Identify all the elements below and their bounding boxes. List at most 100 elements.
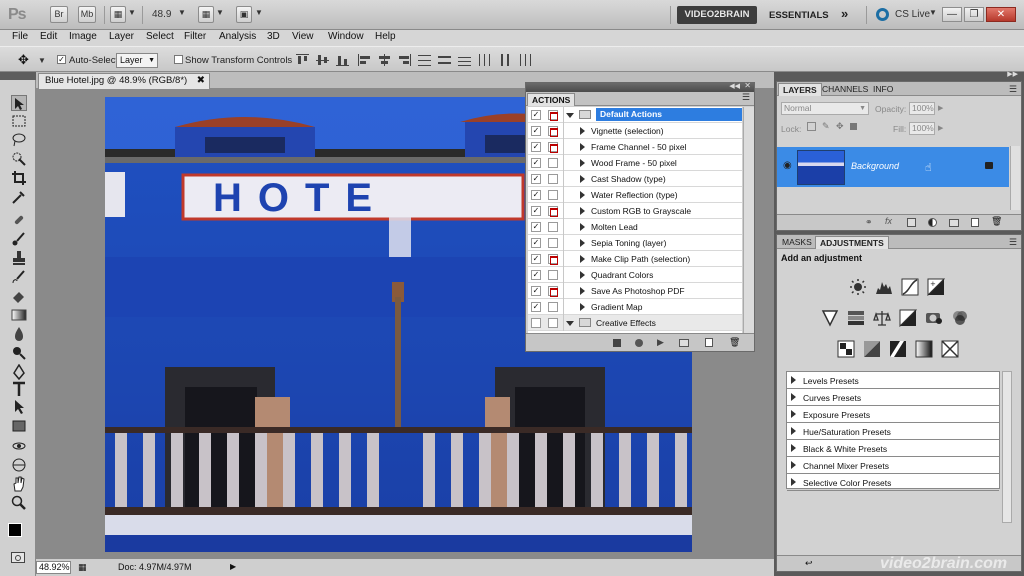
dialog-toggle-icon[interactable]	[548, 238, 558, 248]
add-mask-icon[interactable]	[907, 218, 916, 227]
eraser-tool-icon[interactable]	[11, 288, 27, 304]
eyedropper-tool-icon[interactable]	[11, 189, 27, 205]
path-selection-tool-icon[interactable]	[11, 399, 27, 415]
blur-tool-icon[interactable]	[11, 326, 27, 342]
close-icon[interactable]: ✕	[744, 81, 751, 90]
action-row[interactable]: ✓ Molten Lead	[528, 219, 742, 235]
expand-triangle-icon[interactable]	[580, 191, 585, 199]
panel-menu-icon[interactable]: ☰	[742, 92, 750, 103]
view-extras-icon[interactable]: ▦	[110, 6, 126, 23]
presets-scrollbar[interactable]	[1002, 371, 1012, 523]
menu-analysis[interactable]: Analysis	[219, 31, 256, 42]
action-row[interactable]: ✓ Gradient Map	[528, 299, 742, 315]
layer-name[interactable]: Background	[851, 161, 899, 171]
distribute-top-icon[interactable]	[418, 54, 431, 66]
adjustment-layer-icon[interactable]	[928, 218, 937, 227]
eye-icon[interactable]: ◉	[783, 160, 792, 171]
tab-info[interactable]: INFO	[869, 83, 897, 96]
align-top-icon[interactable]	[296, 54, 309, 66]
action-row[interactable]: ✓ Make Clip Path (selection)	[528, 251, 742, 267]
distribute-horizontal-center-icon[interactable]	[498, 54, 511, 66]
cs-live-icon[interactable]	[876, 8, 889, 21]
expand-triangle-icon[interactable]	[791, 376, 796, 384]
tab-masks[interactable]: MASKS	[778, 236, 816, 249]
new-group-icon[interactable]	[949, 219, 959, 227]
move-tool-icon[interactable]	[11, 95, 27, 111]
dialog-toggle-icon[interactable]	[548, 190, 558, 200]
lock-position-icon[interactable]: ✥	[836, 121, 844, 132]
document-info[interactable]: Doc: 4.97M/4.97M	[118, 562, 192, 572]
cs-live-menu[interactable]: CS Live	[895, 9, 930, 20]
quick-mask-icon[interactable]	[11, 552, 25, 563]
tab-layers[interactable]: LAYERS	[778, 83, 822, 96]
hue-saturation-icon[interactable]	[847, 309, 865, 327]
3d-rotate-tool-icon[interactable]	[11, 438, 27, 454]
expand-triangle-icon[interactable]	[791, 478, 796, 486]
action-toggle-checkbox[interactable]: ✓	[531, 270, 541, 280]
expand-triangle-icon[interactable]	[791, 410, 796, 418]
dialog-toggle-icon[interactable]	[548, 158, 558, 168]
align-vertical-center-icon[interactable]	[316, 54, 329, 66]
action-toggle-checkbox[interactable]: ✓	[531, 158, 541, 168]
channel-mixer-icon[interactable]	[951, 309, 969, 327]
action-toggle-checkbox[interactable]: ✓	[531, 126, 541, 136]
lasso-tool-icon[interactable]	[11, 132, 27, 148]
blend-mode-select[interactable]: Normal ▼	[781, 102, 869, 115]
expand-triangle-icon[interactable]	[580, 239, 585, 247]
brightness-contrast-icon[interactable]	[849, 278, 867, 296]
workspace-essentials[interactable]: ESSENTIALS	[769, 10, 829, 21]
chevron-down-icon[interactable]: ▼	[38, 56, 46, 65]
align-horizontal-center-icon[interactable]	[378, 54, 391, 66]
collapse-icon[interactable]: ◀◀	[729, 82, 740, 90]
expand-triangle-icon[interactable]	[791, 461, 796, 469]
new-set-icon[interactable]	[679, 339, 689, 347]
dialog-toggle-icon[interactable]	[548, 254, 558, 265]
selective-color-icon[interactable]	[941, 340, 959, 358]
new-layer-icon[interactable]	[971, 218, 979, 227]
auto-select-checkbox[interactable]: ✓	[57, 55, 66, 64]
action-row[interactable]: ✓ Sepia Toning (layer)	[528, 235, 742, 251]
chevron-right-icon[interactable]: ▶	[938, 104, 943, 112]
zoom-tool-icon[interactable]	[11, 495, 27, 511]
brush-tool-icon[interactable]	[11, 231, 27, 247]
gradient-map-icon[interactable]	[915, 340, 933, 358]
expand-triangle-icon[interactable]	[791, 444, 796, 452]
expand-triangle-icon[interactable]	[791, 393, 796, 401]
chevron-down-icon[interactable]: ▼	[178, 8, 186, 17]
3d-orbit-tool-icon[interactable]	[11, 457, 27, 473]
panel-menu-icon[interactable]: ☰	[1009, 84, 1017, 95]
threshold-icon[interactable]	[889, 340, 907, 358]
hand-tool-icon[interactable]	[11, 476, 27, 492]
zoom-field[interactable]: 48.92%	[36, 561, 71, 574]
action-toggle-checkbox[interactable]: ✓	[531, 190, 541, 200]
action-row[interactable]: ✓ Frame Channel - 50 pixel	[528, 139, 742, 155]
distribute-vertical-center-icon[interactable]	[438, 54, 451, 66]
rectangle-tool-icon[interactable]	[11, 418, 27, 434]
arrange-documents-icon[interactable]: ▦	[198, 6, 214, 23]
tab-adjustments[interactable]: ADJUSTMENTS	[815, 236, 889, 249]
align-left-icon[interactable]	[358, 54, 371, 66]
stop-recording-icon[interactable]	[613, 339, 621, 347]
close-icon[interactable]: ✖	[197, 74, 205, 88]
expand-triangle-icon[interactable]	[580, 127, 585, 135]
align-bottom-icon[interactable]	[336, 54, 349, 66]
action-toggle-checkbox[interactable]: ✓	[531, 174, 541, 184]
curves-icon[interactable]	[901, 278, 919, 296]
action-toggle-checkbox[interactable]: ✓	[531, 238, 541, 248]
crop-tool-icon[interactable]	[11, 170, 27, 186]
show-transform-checkbox[interactable]	[174, 55, 183, 64]
play-icon[interactable]: ▶	[657, 337, 668, 348]
action-row[interactable]: ✓ Wood Frame - 50 pixel	[528, 155, 742, 171]
action-toggle-checkbox[interactable]: ✓	[531, 110, 541, 120]
auto-select-dropdown[interactable]: Layer ▼	[116, 53, 158, 68]
record-icon[interactable]	[635, 339, 643, 347]
chevron-right-icon[interactable]: ▶	[938, 124, 943, 132]
trash-icon[interactable]: 🗑	[991, 216, 1002, 227]
return-to-list-icon[interactable]: ↩	[805, 558, 813, 569]
more-workspaces-icon[interactable]: »	[841, 6, 848, 21]
dialog-toggle-icon[interactable]	[548, 126, 558, 137]
color-balance-icon[interactable]	[873, 309, 891, 327]
opacity-field[interactable]: 100%	[909, 102, 935, 115]
black-white-icon[interactable]	[899, 309, 917, 327]
document-tab[interactable]: Blue Hotel.jpg @ 48.9% (RGB/8*) ✖	[38, 73, 210, 89]
